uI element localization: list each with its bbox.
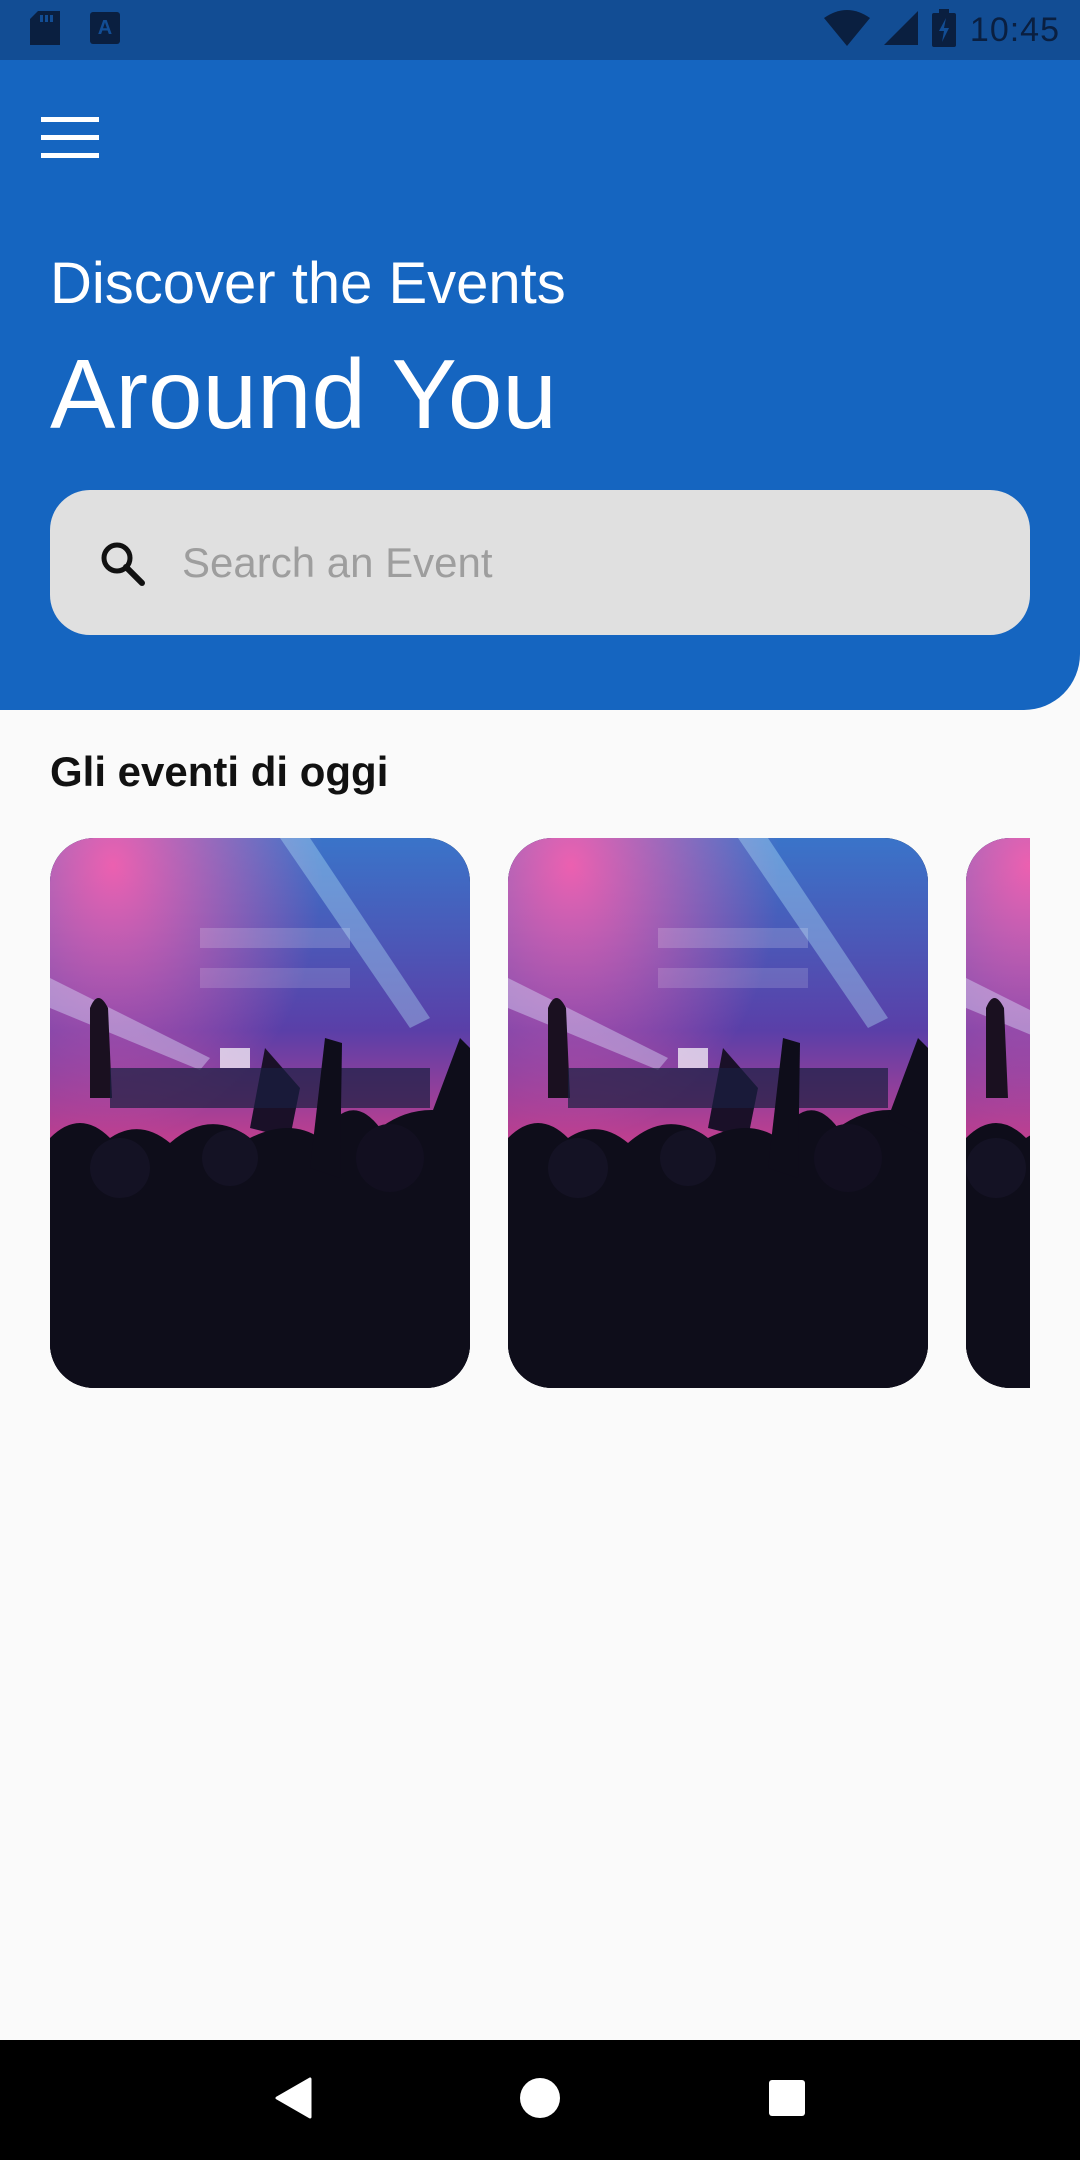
header-title: Around You <box>50 339 557 449</box>
back-button[interactable] <box>253 2060 333 2140</box>
search-icon <box>98 539 146 587</box>
home-button[interactable] <box>500 2060 580 2140</box>
signal-icon <box>883 10 918 50</box>
app-screen: A 10:45 Discover the Events Around You S… <box>0 0 1080 2160</box>
hamburger-menu-icon <box>41 116 99 164</box>
search-input[interactable] <box>182 522 1030 603</box>
search-bar[interactable] <box>50 490 1030 635</box>
section-title: Gli eventi di oggi <box>50 748 389 795</box>
header-subtitle: Discover the Events <box>50 251 566 316</box>
battery-charging-icon <box>931 8 956 52</box>
event-card[interactable] <box>50 838 470 1388</box>
home-circle-icon <box>519 2077 561 2124</box>
sd-card-icon <box>30 10 60 50</box>
status-time: 10:45 <box>969 10 1060 49</box>
header: Discover the Events Around You <box>0 60 1080 710</box>
concert-crowd-image <box>50 838 470 1388</box>
concert-crowd-image <box>966 838 1030 1388</box>
wifi-icon <box>823 9 870 51</box>
back-triangle-icon <box>274 2077 312 2124</box>
recents-square-icon <box>768 2079 806 2122</box>
navigation-bar <box>0 2040 1080 2160</box>
keyboard-a-icon: A <box>90 11 120 49</box>
event-card[interactable] <box>508 838 928 1388</box>
menu-button[interactable] <box>40 110 100 170</box>
recents-button[interactable] <box>747 2060 827 2140</box>
svg-text:A: A <box>98 17 112 39</box>
status-bar: A 10:45 <box>0 0 1080 60</box>
concert-crowd-image <box>508 838 928 1388</box>
event-card[interactable] <box>966 838 1030 1388</box>
events-carousel[interactable] <box>50 838 1030 1388</box>
